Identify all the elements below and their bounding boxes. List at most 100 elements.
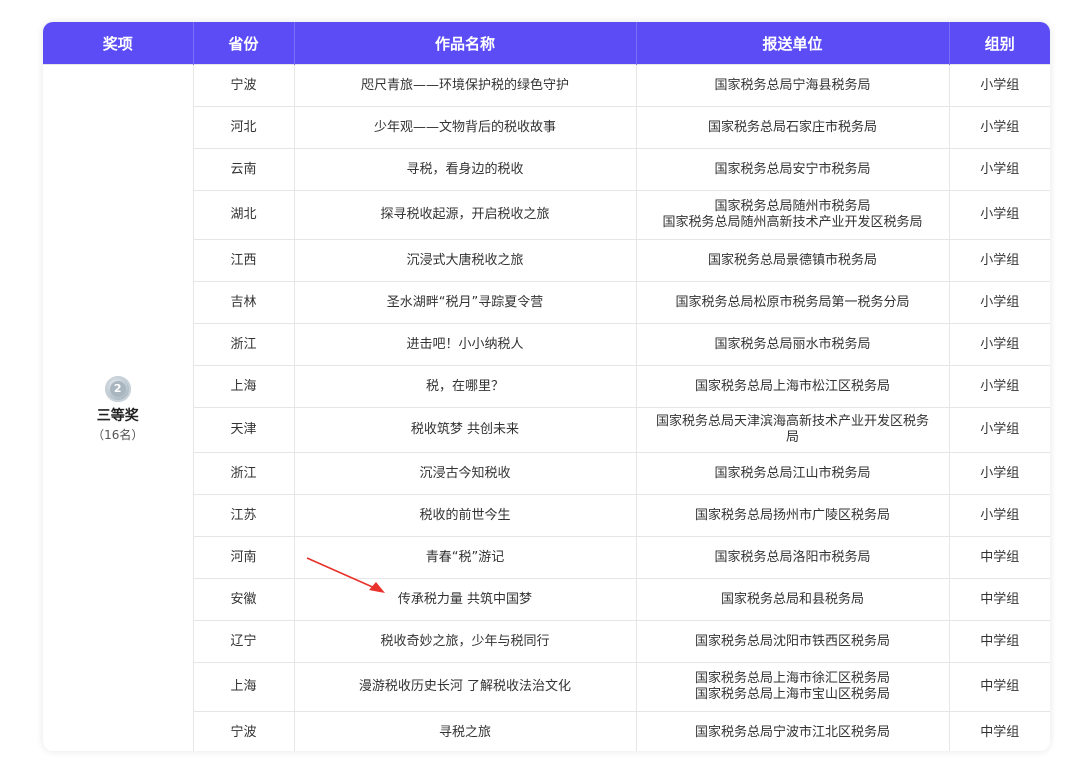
unit-line: 局 bbox=[785, 430, 799, 445]
unit-line: 国家税务总局洛阳市税务局 bbox=[714, 549, 871, 565]
table-row: 吉林 圣水湖畔“税月”寻踪夏令营 国家税务总局松原市税务局第一税务分局 小学组 bbox=[43, 281, 1050, 324]
table-row: 浙江 沉浸古今知税收 国家税务总局江山市税务局 小学组 bbox=[43, 452, 1050, 495]
header-row: 奖项 省份 作品名称 报送单位 组别 bbox=[43, 22, 1050, 65]
cell-province: 河南 bbox=[192, 536, 294, 579]
cell-work-title: 进击吧！小小纳税人 bbox=[293, 323, 636, 366]
cell-group: 中学组 bbox=[948, 536, 1050, 579]
table-body: 2 三等奖 （16名） 宁波 咫尺青旅——环境保护税的绿色守护 国家税务总局宁海县税务局小… bbox=[43, 64, 1050, 751]
unit-line: 国家税务总局江山市税务局 bbox=[714, 465, 871, 481]
cell-group: 小学组 bbox=[948, 494, 1050, 537]
medal-number: 2 bbox=[109, 380, 126, 397]
cell-group: 小学组 bbox=[948, 452, 1050, 495]
cell-unit: 国家税务总局景德镇市税务局 bbox=[635, 239, 949, 282]
cell-work-title: 传承税力量 共筑中国梦 bbox=[293, 578, 636, 621]
cell-unit: 国家税务总局洛阳市税务局 bbox=[635, 536, 949, 579]
cell-province: 辽宁 bbox=[192, 620, 294, 663]
header-work: 作品名称 bbox=[293, 22, 636, 65]
cell-work-title: 少年观——文物背后的税收故事 bbox=[293, 106, 636, 149]
cell-province: 安徽 bbox=[192, 578, 294, 621]
unit-line: 国家税务总局天津滨海高新技术产业开发区税务 bbox=[655, 414, 929, 429]
cell-unit: 国家税务总局江山市税务局 bbox=[635, 452, 949, 495]
cell-group: 中学组 bbox=[948, 620, 1050, 663]
cell-province: 宁波 bbox=[192, 711, 294, 751]
cell-province: 湖北 bbox=[192, 190, 294, 240]
cell-province: 吉林 bbox=[192, 281, 294, 324]
cell-province: 宁波 bbox=[192, 64, 294, 107]
awards-table: 奖项 省份 作品名称 报送单位 组别 2 三等奖 （16名） 宁波 咫尺青旅——环境保护… bbox=[43, 22, 1050, 751]
cell-unit: 国家税务总局扬州市广陵区税务局 bbox=[635, 494, 949, 537]
silver-medal-icon: 2 bbox=[104, 375, 131, 402]
cell-unit: 国家税务总局沈阳市铁西区税务局 bbox=[635, 620, 949, 663]
cell-work-title: 寻税之旅 bbox=[293, 711, 636, 751]
table-row: 2 三等奖 （16名） 宁波 咫尺青旅——环境保护税的绿色守护 国家税务总局宁海县税务局小… bbox=[43, 64, 1050, 751]
table-row: 河北 少年观——文物背后的税收故事 国家税务总局石家庄市税务局 小学组 bbox=[43, 106, 1050, 149]
header-award: 奖项 bbox=[43, 22, 193, 65]
header-unit: 报送单位 bbox=[635, 22, 949, 65]
unit-line: 国家税务总局宁波市江北区税务局 bbox=[694, 724, 890, 740]
cell-group: 小学组 bbox=[948, 365, 1050, 408]
header-group: 组别 bbox=[948, 22, 1050, 65]
table-row: 云南 寻税，看身边的税收 国家税务总局安宁市税务局 小学组 bbox=[43, 148, 1050, 191]
cell-unit: 国家税务总局上海市松江区税务局 bbox=[635, 365, 949, 408]
award-cell: 2 三等奖 （16名） bbox=[43, 64, 193, 751]
header-province: 省份 bbox=[192, 22, 294, 65]
table-row: 上海 税，在哪里？ 国家税务总局上海市松江区税务局 小学组 bbox=[43, 365, 1050, 408]
cell-group: 小学组 bbox=[948, 106, 1050, 149]
table-row: 安徽 传承税力量 共筑中国梦 国家税务总局和县税务局 中学组 bbox=[43, 578, 1050, 621]
cell-unit: 国家税务总局安宁市税务局 bbox=[635, 148, 949, 191]
cell-group: 中学组 bbox=[948, 711, 1050, 751]
cell-work-title: 漫游税收历史长河 了解税收法治文化 bbox=[293, 662, 636, 712]
cell-work-title: 税收的前世今生 bbox=[293, 494, 636, 537]
unit-line: 国家税务总局丽水市税务局 bbox=[714, 336, 871, 352]
unit-line: 国家税务总局随州市税务局 bbox=[714, 199, 871, 214]
award-name: 三等奖 bbox=[96, 407, 139, 424]
awards-table-card: 奖项 省份 作品名称 报送单位 组别 2 三等奖 （16名） 宁波 咫尺青旅——环境保护… bbox=[43, 22, 1050, 751]
table-row: 江西 沉浸式大唐税收之旅 国家税务总局景德镇市税务局 小学组 bbox=[43, 239, 1050, 282]
cell-work-title: 税收奇妙之旅，少年与税同行 bbox=[293, 620, 636, 663]
cell-group: 中学组 bbox=[948, 662, 1050, 712]
cell-unit: 国家税务总局丽水市税务局 bbox=[635, 323, 949, 366]
cell-group: 中学组 bbox=[948, 578, 1050, 621]
cell-group: 小学组 bbox=[948, 190, 1050, 240]
cell-unit: 国家税务总局上海市徐汇区税务局 国家税务总局上海市宝山区税务局 bbox=[635, 662, 949, 712]
table-row: 江苏 税收的前世今生 国家税务总局扬州市广陵区税务局 小学组 bbox=[43, 494, 1050, 537]
table-row: 河南 青春“税”游记 国家税务总局洛阳市税务局 中学组 bbox=[43, 536, 1050, 579]
cell-work-title: 咫尺青旅——环境保护税的绿色守护 bbox=[293, 64, 636, 107]
table-row: 宁波 寻税之旅 国家税务总局宁波市江北区税务局 中学组 bbox=[43, 711, 1050, 751]
cell-unit: 国家税务总局随州市税务局 国家税务总局随州高新技术产业开发区税务局 bbox=[635, 190, 949, 240]
cell-unit: 国家税务总局石家庄市税务局 bbox=[635, 106, 949, 149]
cell-group: 小学组 bbox=[948, 323, 1050, 366]
unit-line: 国家税务总局松原市税务局第一税务分局 bbox=[675, 294, 910, 310]
cell-province: 江苏 bbox=[192, 494, 294, 537]
cell-group: 小学组 bbox=[948, 148, 1050, 191]
cell-province: 上海 bbox=[192, 662, 294, 712]
unit-line: 国家税务总局上海市宝山区税务局 bbox=[694, 687, 890, 702]
cell-province: 云南 bbox=[192, 148, 294, 191]
unit-line: 国家税务总局随州高新技术产业开发区税务局 bbox=[662, 215, 923, 230]
cell-unit: 国家税务总局松原市税务局第一税务分局 bbox=[635, 281, 949, 324]
table-row: 天津 税收筑梦 共创未来 国家税务总局天津滨海高新技术产业开发区税务局小学组 bbox=[43, 407, 1050, 453]
table-row: 浙江 进击吧！小小纳税人 国家税务总局丽水市税务局 小学组 bbox=[43, 323, 1050, 366]
award-count: （16名） bbox=[92, 427, 144, 442]
unit-line: 国家税务总局宁海县税务局 bbox=[714, 77, 871, 93]
cell-group: 小学组 bbox=[948, 407, 1050, 453]
cell-province: 河北 bbox=[192, 106, 294, 149]
cell-province: 上海 bbox=[192, 365, 294, 408]
cell-province: 天津 bbox=[192, 407, 294, 453]
cell-group: 小学组 bbox=[948, 281, 1050, 324]
cell-unit: 国家税务总局天津滨海高新技术产业开发区税务局 bbox=[635, 407, 949, 453]
unit-line: 国家税务总局和县税务局 bbox=[720, 591, 864, 607]
unit-line: 国家税务总局景德镇市税务局 bbox=[707, 252, 877, 268]
cell-work-title: 沉浸式大唐税收之旅 bbox=[293, 239, 636, 282]
unit-line: 国家税务总局上海市徐汇区税务局 bbox=[694, 671, 890, 686]
cell-work-title: 青春“税”游记 bbox=[293, 536, 636, 579]
cell-province: 浙江 bbox=[192, 323, 294, 366]
unit-line: 国家税务总局石家庄市税务局 bbox=[707, 119, 877, 135]
cell-work-title: 税，在哪里？ bbox=[293, 365, 636, 408]
table-row: 上海 漫游税收历史长河 了解税收法治文化 国家税务总局上海市徐汇区税务局 国家税务总局… bbox=[43, 662, 1050, 712]
table-row: 辽宁 税收奇妙之旅，少年与税同行 国家税务总局沈阳市铁西区税务局 中学组 bbox=[43, 620, 1050, 663]
cell-unit: 国家税务总局宁波市江北区税务局 bbox=[635, 711, 949, 751]
cell-group: 小学组 bbox=[948, 64, 1050, 107]
unit-line: 国家税务总局安宁市税务局 bbox=[714, 161, 871, 177]
cell-province: 浙江 bbox=[192, 452, 294, 495]
